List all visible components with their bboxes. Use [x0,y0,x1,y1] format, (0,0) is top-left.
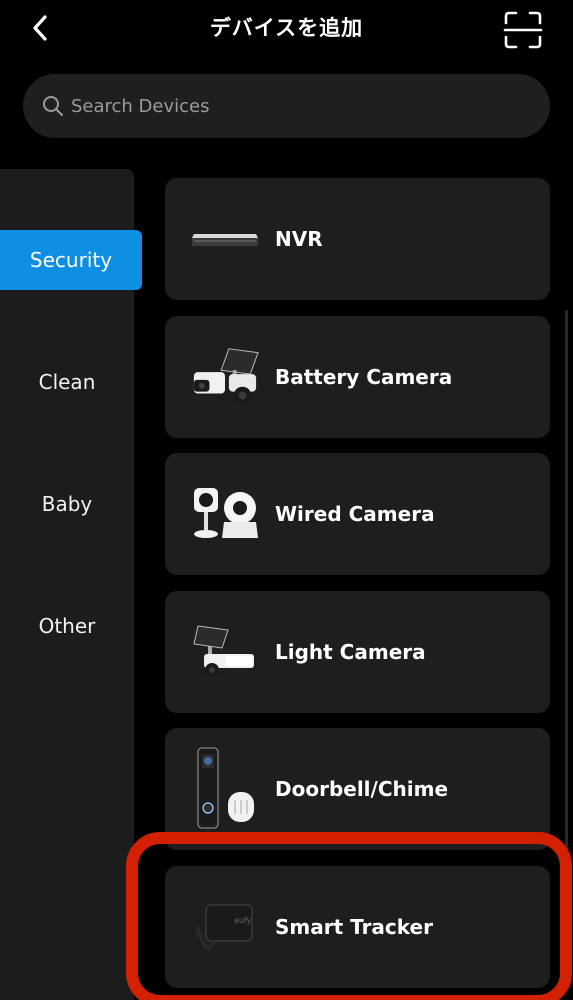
category-label: Clean [38,370,96,394]
device-label: NVR [275,227,323,251]
category-clean[interactable]: Clean [0,352,134,412]
light-camera-icon [190,612,260,692]
device-card-smart-tracker[interactable]: eufy Smart Tracker [165,866,550,988]
device-card-wired-camera[interactable]: Wired Camera [165,453,550,575]
device-label: Light Camera [275,640,426,664]
device-label: Doorbell/Chime [275,777,449,801]
nvr-icon [190,199,260,279]
device-card-light-camera[interactable]: Light Camera [165,591,550,713]
scan-button[interactable] [503,10,543,50]
tracker-brand-logo: eufy [234,916,252,925]
device-label: Battery Camera [275,365,453,389]
battery-camera-icon [190,337,260,417]
wired-camera-icon [190,474,260,554]
device-card-battery-camera[interactable]: Battery Camera [165,316,550,438]
category-baby[interactable]: Baby [0,474,134,534]
category-label: Baby [41,492,93,516]
scrollbar[interactable] [565,310,568,850]
category-label: Security [29,248,113,272]
search-icon [43,96,63,116]
device-card-nvr[interactable]: NVR [165,178,550,300]
category-security[interactable]: Security [0,230,142,290]
category-other[interactable]: Other [0,596,134,656]
device-label: Wired Camera [275,502,435,526]
device-label: Smart Tracker [275,915,433,939]
category-label: Other [38,614,96,638]
device-card-doorbell-chime[interactable]: Doorbell/Chime [165,728,550,850]
search-bar[interactable] [23,74,550,138]
scan-icon [503,11,543,49]
smart-tracker-icon: eufy [190,887,260,967]
search-input[interactable] [71,95,511,117]
header: デバイスを追加 [0,0,573,60]
add-device-screen: デバイスを追加 Security Clean Baby Other [0,0,573,1000]
doorbell-icon [190,747,260,829]
category-sidebar [0,169,134,1000]
page-title: デバイスを追加 [209,16,364,40]
